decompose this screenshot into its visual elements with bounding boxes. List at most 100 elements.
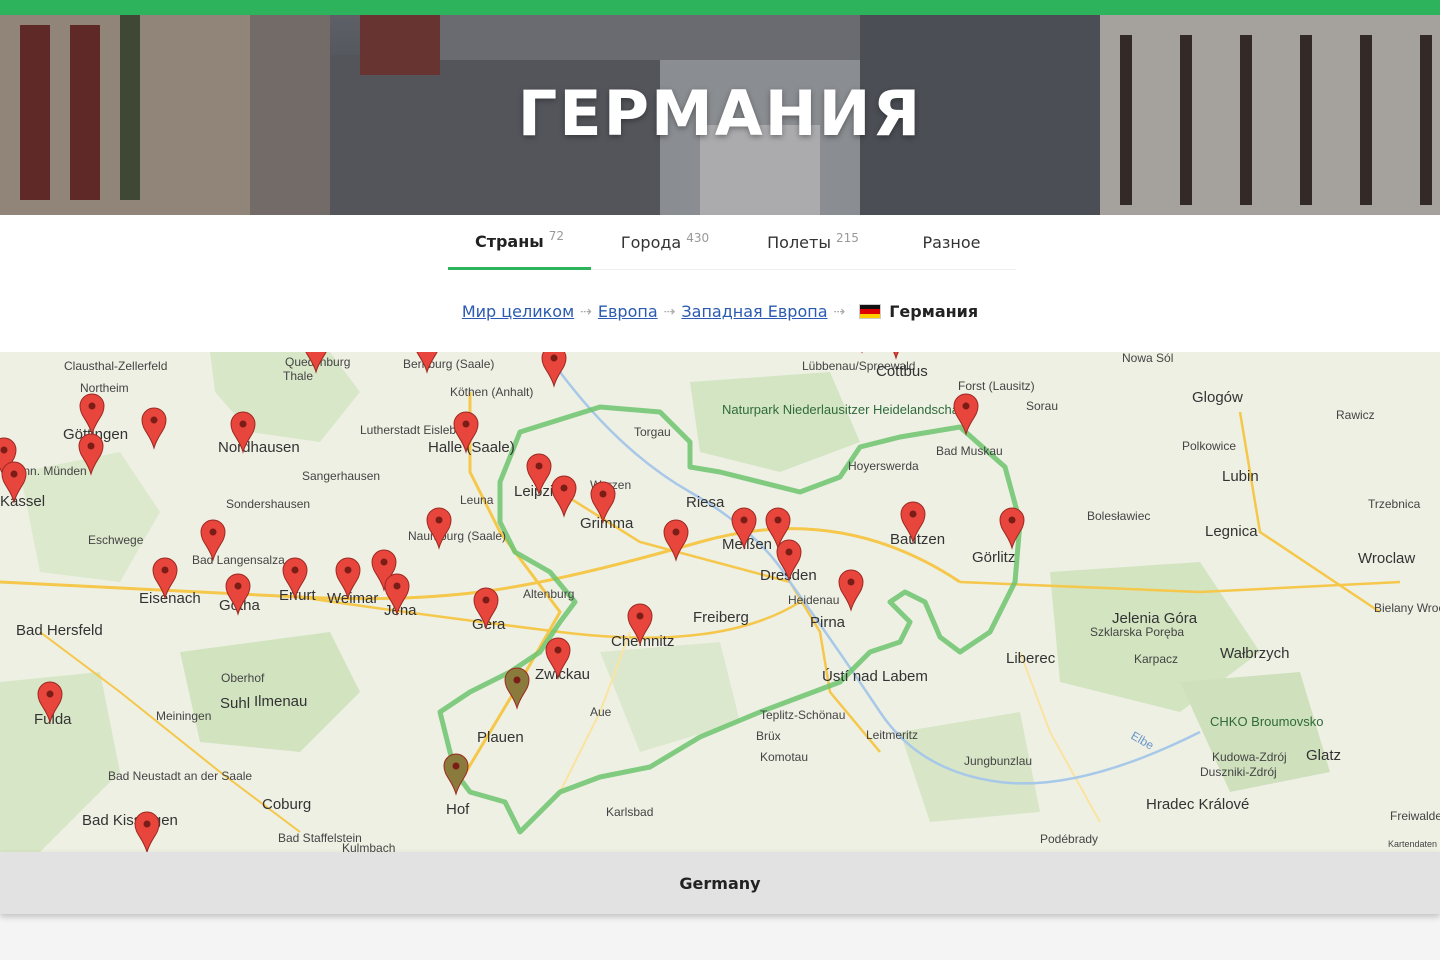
map-pin-icon[interactable] <box>551 475 577 518</box>
svg-text:Bernburg (Saale): Bernburg (Saale) <box>403 357 494 371</box>
map-pin-dot <box>209 528 217 536</box>
page-title: ГЕРМАНИЯ <box>517 77 923 150</box>
svg-text:Forst (Lausitz): Forst (Lausitz) <box>958 379 1035 393</box>
hero-banner: ГЕРМАНИЯ <box>0 15 1440 215</box>
svg-text:Bad Kissingen: Bad Kissingen <box>82 812 178 829</box>
map-pin-dot <box>10 470 18 478</box>
svg-text:Coburg: Coburg <box>262 796 311 813</box>
tab-countries-count: 72 <box>548 229 565 243</box>
map-pin-dot <box>88 402 96 410</box>
svg-text:Kudowa-Zdrój: Kudowa-Zdrój <box>1212 750 1287 764</box>
map-pin-icon[interactable] <box>141 407 167 450</box>
map-pin-dot <box>87 442 95 450</box>
breadcrumb-europe[interactable]: Европа <box>598 302 658 321</box>
svg-text:Halle (Saale): Halle (Saale) <box>428 439 515 456</box>
tab-countries[interactable]: Страны 72 <box>448 215 591 270</box>
tab-flights[interactable]: Полеты 215 <box>739 215 887 270</box>
svg-text:Bautzen: Bautzen <box>890 531 945 548</box>
svg-text:Grimma: Grimma <box>580 515 634 532</box>
map-pin-dot <box>46 690 54 698</box>
svg-text:Bad Langensalza: Bad Langensalza <box>192 553 285 567</box>
map-pin-dot <box>740 516 748 524</box>
breadcrumb-world[interactable]: Мир целиком <box>462 302 574 321</box>
svg-text:Lutherstadt Eisleben: Lutherstadt Eisleben <box>360 423 469 437</box>
map-pin-dot <box>239 420 247 428</box>
svg-text:Jungbunzlau: Jungbunzlau <box>964 754 1032 768</box>
map-pin-icon[interactable] <box>884 352 908 360</box>
svg-text:Bielany Wrocławskie: Bielany Wrocławskie <box>1374 601 1440 615</box>
svg-text:Podébrady: Podébrady <box>1040 832 1098 846</box>
map-pin-dot <box>0 446 8 454</box>
map-pin-dot <box>435 516 443 524</box>
map-pin-dot <box>554 646 562 654</box>
map-pin-dot <box>962 402 970 410</box>
map-canvas[interactable]: Clausthal-Zellerfeld Quedlinburg Thale B… <box>0 352 1440 852</box>
svg-text:Kassel: Kassel <box>0 493 45 510</box>
svg-text:Sorau: Sorau <box>1026 399 1058 413</box>
map-pin-dot <box>452 762 460 770</box>
svg-text:Plauen: Plauen <box>477 729 524 746</box>
svg-text:Riesa: Riesa <box>686 494 725 511</box>
svg-text:Torgau: Torgau <box>634 425 671 439</box>
svg-text:Cottbus: Cottbus <box>876 363 928 380</box>
svg-text:Karpacz: Karpacz <box>1134 652 1178 666</box>
svg-text:Eschwege: Eschwege <box>88 533 144 547</box>
svg-text:Bolesławiec: Bolesławiec <box>1087 509 1150 523</box>
svg-text:Thale: Thale <box>283 369 313 383</box>
map-pin-dot <box>599 490 607 498</box>
svg-text:Görlitz: Görlitz <box>972 549 1015 566</box>
tab-misc-label: Разное <box>922 233 981 252</box>
svg-text:Nordhausen: Nordhausen <box>218 439 300 456</box>
svg-text:Nowa Sól: Nowa Sól <box>1122 352 1173 365</box>
breadcrumb-arrow-icon: ⇢ <box>833 303 846 320</box>
svg-text:Polkowice: Polkowice <box>1182 439 1236 453</box>
svg-text:Hoyerswerda: Hoyerswerda <box>848 459 919 473</box>
breadcrumb-arrow-icon: ⇢ <box>663 303 676 320</box>
svg-text:Ústí nad Labem: Ústí nad Labem <box>822 668 928 685</box>
section-tabs: Страны 72 Города 430 Полеты 215 Разное <box>448 215 1016 270</box>
svg-text:Wroclaw: Wroclaw <box>1358 550 1415 567</box>
germany-flag-icon <box>859 304 882 319</box>
svg-text:Elbe: Elbe <box>1129 728 1157 752</box>
svg-text:Lubin: Lubin <box>1222 468 1259 485</box>
map-pin-dot <box>380 558 388 566</box>
svg-text:Heidenau: Heidenau <box>788 593 839 607</box>
svg-text:Sangerhausen: Sangerhausen <box>302 469 380 483</box>
svg-text:Bad Neustadt an der Saale: Bad Neustadt an der Saale <box>108 769 252 783</box>
map-pin-dot <box>462 420 470 428</box>
map-pin-dot <box>513 676 521 684</box>
map-pin-dot <box>672 528 680 536</box>
svg-text:Aue: Aue <box>590 705 612 719</box>
map-caption: Germany <box>0 852 1440 914</box>
svg-text:Köthen (Anhalt): Köthen (Anhalt) <box>450 385 533 399</box>
map-pin-dot <box>774 516 782 524</box>
svg-text:Suhl: Suhl <box>220 695 250 712</box>
svg-text:Kartendaten: Kartendaten <box>1388 839 1437 849</box>
svg-text:Leitmeritz: Leitmeritz <box>866 728 918 742</box>
tab-misc[interactable]: Разное <box>887 215 1016 270</box>
svg-text:Naturpark Niederlausitzer Heid: Naturpark Niederlausitzer Heidelandschaf… <box>722 402 967 417</box>
svg-text:Brüx: Brüx <box>756 729 781 743</box>
svg-text:Bad Hersfeld: Bad Hersfeld <box>16 622 103 639</box>
tab-cities-label: Города <box>620 233 682 252</box>
svg-text:Karlsbad: Karlsbad <box>606 805 653 819</box>
map-pin-icon[interactable] <box>838 569 864 612</box>
top-accent-bar <box>0 0 1440 15</box>
svg-text:Naumburg (Saale): Naumburg (Saale) <box>408 529 506 543</box>
tab-cities[interactable]: Города 430 <box>591 215 739 270</box>
breadcrumb-western-europe[interactable]: Западная Европа <box>681 302 827 321</box>
svg-text:Clausthal-Zellerfeld: Clausthal-Zellerfeld <box>64 359 167 373</box>
map-pin-dot <box>847 578 855 586</box>
tab-flights-count: 215 <box>835 230 859 245</box>
map-pin-dot <box>234 582 242 590</box>
map-pin-dot <box>344 566 352 574</box>
travel-map[interactable]: Clausthal-Zellerfeld Quedlinburg Thale B… <box>0 352 1440 852</box>
map-pin-icon[interactable] <box>134 811 160 852</box>
svg-text:Teplitz-Schönau: Teplitz-Schönau <box>760 708 845 722</box>
map-pin-dot <box>636 612 644 620</box>
tab-countries-label: Страны <box>474 231 544 251</box>
tab-cities-count: 430 <box>686 230 710 245</box>
svg-text:Glogów: Glogów <box>1192 389 1243 406</box>
svg-text:Pirna: Pirna <box>810 614 846 631</box>
svg-text:Wałbrzych: Wałbrzych <box>1220 645 1289 662</box>
